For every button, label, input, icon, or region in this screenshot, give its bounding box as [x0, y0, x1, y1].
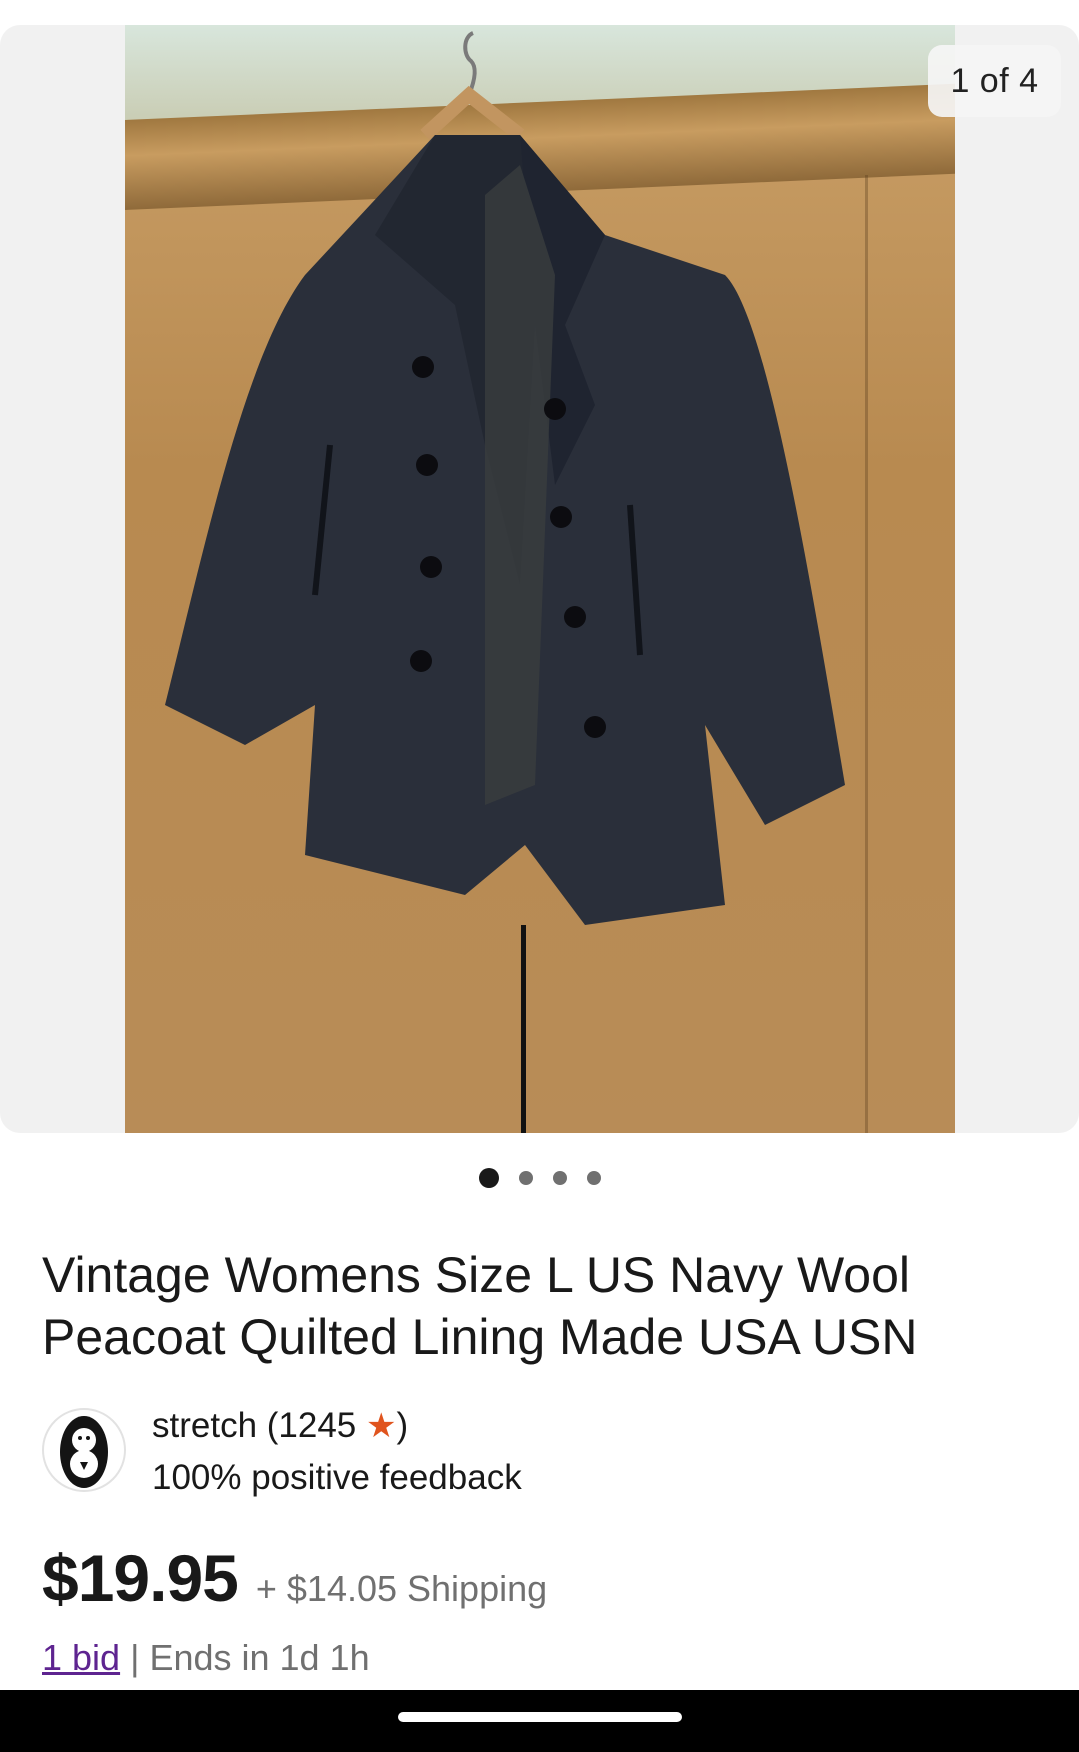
listing-title: Vintage Womens Size L US Navy Wool Peaco… [42, 1247, 918, 1365]
seller-info[interactable]: stretch (1245 ★) 100% positive feedback [42, 1402, 1042, 1497]
feedback-star-icon: ★ [366, 1407, 397, 1445]
pagination-dot-3[interactable] [552, 1171, 567, 1185]
seller-avatar[interactable] [42, 1408, 126, 1492]
bid-separator: | [120, 1637, 150, 1678]
bid-info: 1 bid | Ends in 1d 1h [42, 1637, 370, 1679]
pagination-dot-2[interactable] [518, 1171, 533, 1185]
pagination-dot-4[interactable] [586, 1171, 601, 1185]
shipping-cost: + $14.05 Shipping [255, 1568, 548, 1609]
seller-name-close: ) [396, 1406, 409, 1445]
seller-feedback: 100% positive feedback [152, 1458, 522, 1497]
home-indicator[interactable] [398, 1712, 682, 1722]
seller-name-text[interactable]: stretch (1245 [152, 1406, 366, 1445]
pagination-dot-1[interactable] [478, 1168, 499, 1188]
seller-name[interactable]: stretch (1245 ★) [152, 1406, 408, 1446]
image-counter-text: 1 of 4 [950, 61, 1039, 100]
image-gallery[interactable]: 1 of 4 [0, 25, 1079, 1133]
image-counter-badge: 1 of 4 [928, 45, 1061, 117]
system-navigation-bar [0, 1690, 1079, 1752]
peacoat-illustration [165, 31, 845, 925]
listing-photo[interactable] [125, 25, 955, 1133]
gallery-pagination-dots[interactable] [0, 1166, 1079, 1190]
current-price: $19.95 [42, 1541, 239, 1615]
bid-count-link[interactable]: 1 bid [42, 1637, 120, 1678]
auction-end-time: Ends in 1d 1h [149, 1637, 370, 1678]
price-row: $19.95 + $14.05 Shipping [42, 1540, 547, 1616]
seller-avatar-icon [60, 1416, 108, 1488]
